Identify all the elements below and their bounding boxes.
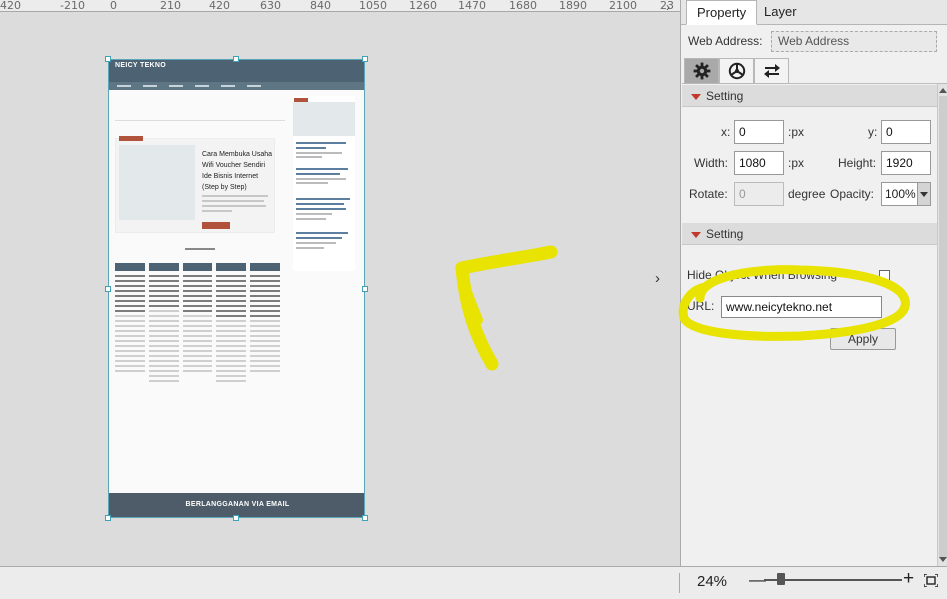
ruler-tick: 420 (209, 0, 230, 12)
featured-title: Cara Membuka Usaha Wifi Voucher Sendiri … (202, 151, 273, 191)
site-body: Cara Membuka Usaha Wifi Voucher Sendiri … (109, 90, 364, 508)
site-main-column: Cara Membuka Usaha Wifi Voucher Sendiri … (115, 98, 285, 508)
webpage-object[interactable]: NEICY TEKNO Cara Membuka Usaha Wifi Vouc… (108, 59, 365, 518)
site-nav (109, 82, 364, 90)
featured-post: Cara Membuka Usaha Wifi Voucher Sendiri … (115, 136, 275, 233)
height-field[interactable]: 1920 (881, 151, 931, 175)
post-grid (115, 263, 280, 493)
resize-handle[interactable] (105, 515, 111, 521)
opacity-select[interactable]: 100% (881, 182, 931, 206)
site-footer: BERLANGGANAN VIA EMAIL (109, 493, 364, 517)
resize-handle[interactable] (233, 515, 239, 521)
opacity-label: Opacity: (830, 187, 875, 201)
width-label: Width: (694, 156, 729, 170)
ruler-tick: 1470 (458, 0, 486, 12)
resize-handle[interactable] (362, 56, 368, 62)
tab-layer[interactable]: Layer (754, 0, 807, 25)
x-unit-label: :px (788, 125, 805, 139)
fit-to-screen-icon[interactable] (924, 574, 938, 587)
rotate-unit-label: degree (788, 187, 826, 201)
ruler-tick: 0 (110, 0, 117, 12)
panel-tabs: Property Layer (681, 0, 947, 25)
rotate-field[interactable]: 0 (734, 182, 784, 206)
swap-arrows-icon[interactable] (754, 58, 789, 84)
steering-wheel-icon[interactable] (719, 58, 754, 84)
ruler-tick: 1050 (359, 0, 387, 12)
zoom-in-button[interactable]: + (903, 568, 914, 590)
width-field[interactable]: 1080 (734, 151, 784, 175)
setting-section-header[interactable]: Setting (682, 85, 938, 107)
property-icon-toolbar (682, 58, 947, 84)
rotate-label: Rotate: (689, 187, 728, 201)
panel-scrollbar[interactable] (937, 84, 947, 566)
web-address-label: Web Address: (688, 34, 763, 48)
setting-section-header-2[interactable]: Setting (682, 223, 938, 245)
gear-icon[interactable] (684, 58, 719, 84)
ruler-tick: 210 (160, 0, 181, 12)
collapse-panel-arrow[interactable]: › (655, 270, 660, 287)
resize-handle[interactable] (233, 56, 239, 62)
ruler-scroll-arrow[interactable]: › (666, 0, 670, 14)
ruler-tick: -420 (0, 0, 21, 12)
site-header: NEICY TEKNO (109, 60, 364, 82)
x-label: x: (721, 125, 731, 139)
property-panel: Property Layer Web Address: Web Address … (680, 0, 947, 566)
featured-image (119, 145, 195, 220)
url-label: URL: (687, 299, 715, 313)
scroll-up-icon[interactable] (939, 88, 947, 93)
scroll-down-icon[interactable] (939, 557, 947, 562)
apply-button[interactable]: Apply (830, 328, 896, 350)
ruler-tick: -210 (60, 0, 85, 12)
zoom-level: 24% (697, 573, 728, 590)
zoom-slider[interactable] (764, 579, 902, 581)
zoom-slider-thumb[interactable] (776, 573, 785, 585)
resize-handle[interactable] (105, 286, 111, 292)
status-bar: 24% — + (0, 566, 947, 599)
ruler-tick: 630 (260, 0, 281, 12)
ruler-tick: 2100 (609, 0, 637, 12)
y-label: y: (868, 125, 878, 139)
ruler-tick: 1680 (509, 0, 537, 12)
horizontal-ruler: -420 -210 0 210 420 630 840 1050 1260 14… (0, 0, 680, 12)
opacity-value: 100% (885, 187, 916, 201)
x-field[interactable]: 0 (734, 120, 784, 144)
ruler-tick: 840 (310, 0, 331, 12)
ruler-tick: 1890 (559, 0, 587, 12)
resize-handle[interactable] (362, 515, 368, 521)
height-label: Height: (838, 156, 877, 170)
y-field[interactable]: 0 (881, 120, 931, 144)
scroll-thumb[interactable] (939, 96, 947, 558)
design-canvas[interactable]: NEICY TEKNO Cara Membuka Usaha Wifi Vouc… (0, 13, 680, 566)
chevron-down-icon[interactable] (917, 183, 930, 205)
site-sidebar (293, 96, 355, 271)
hide-object-label: Hide Object When Browsing (687, 268, 838, 282)
resize-handle[interactable] (105, 56, 111, 62)
url-input[interactable]: www.neicytekno.net (721, 296, 882, 318)
width-unit-label: :px (788, 156, 805, 170)
tab-property[interactable]: Property (686, 0, 758, 25)
resize-handle[interactable] (362, 286, 368, 292)
ruler-tick: 1260 (409, 0, 437, 12)
hide-object-checkbox[interactable] (879, 270, 890, 281)
site-title: NEICY TEKNO (115, 62, 167, 69)
web-address-input[interactable]: Web Address (771, 31, 937, 52)
